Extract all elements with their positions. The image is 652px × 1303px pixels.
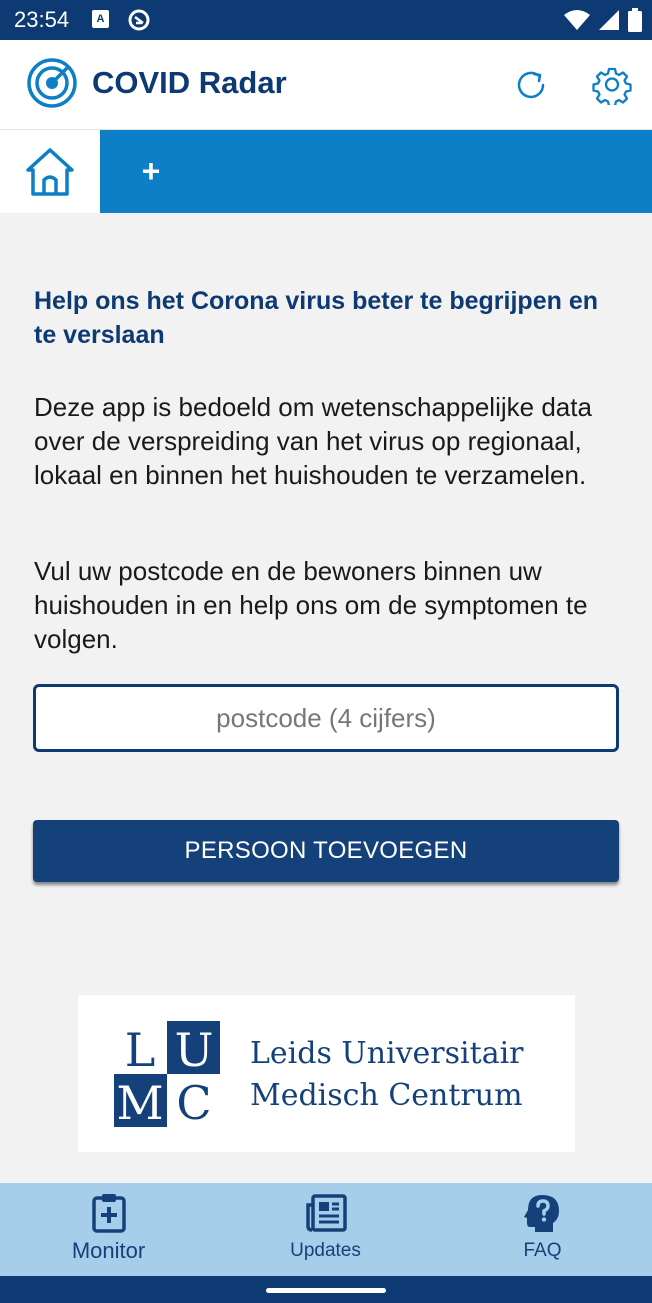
nav-updates-label: Updates	[290, 1240, 361, 1261]
gear-icon	[592, 67, 632, 108]
head-question-icon	[523, 1195, 559, 1232]
tab-add-person[interactable]: +	[100, 130, 202, 213]
lumc-name: Leids Universitair Medisch Centrum	[250, 1033, 524, 1117]
lumc-logo: L U M C Leids Universitair Medisch Centr…	[78, 995, 575, 1152]
household-tabs: +	[0, 130, 652, 213]
home-icon	[26, 147, 74, 196]
svg-text:M: M	[116, 1076, 163, 1127]
page-headline: Help ons het Corona virus beter te begri…	[34, 287, 598, 349]
app-bar: COVID Radar	[0, 40, 652, 130]
add-person-button[interactable]: PERSOON TOEVOEGEN	[33, 820, 619, 882]
svg-text:L: L	[125, 1023, 156, 1077]
nav-faq[interactable]: FAQ	[434, 1183, 651, 1276]
battery-icon	[628, 8, 642, 37]
wifi-icon	[564, 9, 590, 36]
lumc-name-line-2: Medisch Centrum	[250, 1078, 523, 1113]
intro-paragraph: Deze app is bedoeld om wetenschappelijke…	[34, 392, 592, 490]
lumc-name-line-1: Leids Universitair	[250, 1036, 524, 1071]
gesture-handle[interactable]	[266, 1288, 386, 1293]
settings-button[interactable]	[592, 65, 632, 108]
postcode-input[interactable]	[33, 684, 619, 752]
radar-icon	[26, 57, 78, 114]
nav-monitor-label: Monitor	[71, 1238, 146, 1263]
system-gesture-bar	[0, 1276, 652, 1303]
newspaper-icon	[305, 1194, 347, 1232]
nav-faq-label: FAQ	[523, 1240, 562, 1261]
status-time: 23:54	[14, 7, 70, 32]
lumc-mark: L U M C	[114, 1021, 220, 1127]
app-title: COVID Radar	[92, 65, 287, 100]
bottom-navigation: Monitor Updates FAQ	[0, 1183, 652, 1276]
clipboard-plus-icon	[91, 1194, 126, 1233]
nav-updates[interactable]: Updates	[217, 1183, 434, 1276]
status-bar: 23:54 A	[0, 0, 652, 40]
refresh-button[interactable]	[512, 65, 552, 105]
svg-text:C: C	[176, 1076, 211, 1127]
nav-monitor[interactable]: Monitor	[0, 1183, 217, 1276]
svg-text:U: U	[175, 1023, 214, 1077]
notification-a-icon: A	[92, 10, 109, 28]
sync-disabled-icon	[127, 8, 151, 37]
refresh-icon	[517, 71, 545, 99]
tab-home[interactable]	[0, 130, 100, 213]
instruction-paragraph: Vul uw postcode en de bewoners binnen uw…	[34, 556, 588, 654]
status-indicators	[564, 8, 642, 37]
signal-icon	[598, 9, 620, 36]
